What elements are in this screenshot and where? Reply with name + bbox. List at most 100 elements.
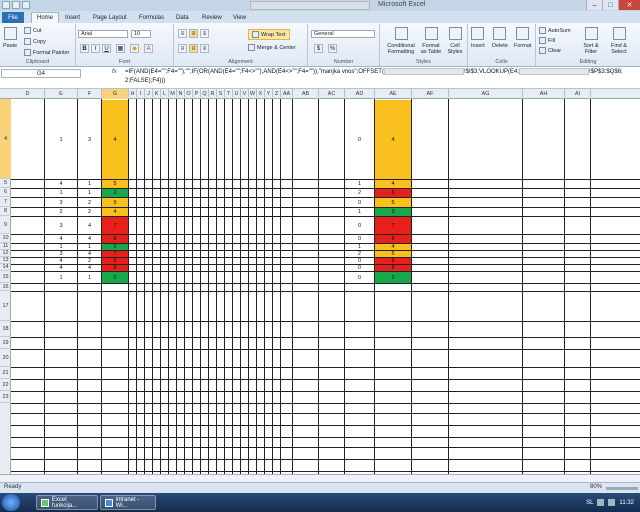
worksheet-grid[interactable]: 1340441514112263250522413347074480811214…: [11, 99, 640, 482]
cell-ae[interactable]: 7: [375, 217, 411, 234]
column-header[interactable]: H: [129, 89, 137, 99]
copy-button[interactable]: Copy: [24, 38, 46, 45]
row-header[interactable]: 4: [0, 99, 11, 179]
row-header[interactable]: 22: [0, 379, 11, 391]
cell-ad[interactable]: 0: [345, 100, 374, 179]
cell-e[interactable]: 3: [45, 217, 77, 234]
font-size-select[interactable]: 10: [131, 30, 151, 38]
cell-e[interactable]: 4: [45, 258, 77, 264]
cell-ae[interactable]: 6: [375, 189, 411, 197]
delete-cells-button[interactable]: Delete: [492, 27, 508, 49]
row-header[interactable]: 9: [0, 216, 11, 234]
row-header[interactable]: 10: [0, 234, 11, 243]
column-header[interactable]: AA: [281, 89, 293, 99]
format-painter-button[interactable]: Format Painter: [24, 49, 69, 56]
cell-ad[interactable]: 0: [345, 258, 374, 264]
cell-f[interactable]: 3: [78, 100, 101, 179]
cell-g[interactable]: 4: [102, 208, 128, 216]
cell-e[interactable]: 4: [45, 180, 77, 188]
fill-button[interactable]: Fill: [539, 37, 555, 44]
column-header[interactable]: T: [225, 89, 233, 99]
row-header[interactable]: 21: [0, 367, 11, 379]
row-header[interactable]: 18: [0, 321, 11, 337]
quick-access-toolbar[interactable]: [2, 1, 30, 9]
column-header[interactable]: AB: [293, 89, 319, 99]
cell-g[interactable]: 8: [102, 265, 128, 271]
language-indicator[interactable]: SL: [586, 500, 593, 506]
cell-ad[interactable]: 1: [345, 244, 374, 250]
row-header[interactable]: 7: [0, 197, 11, 207]
cell-f[interactable]: 4: [78, 265, 101, 271]
column-header[interactable]: Y: [265, 89, 273, 99]
row-header[interactable]: 11: [0, 243, 11, 250]
cell-e[interactable]: 4: [45, 265, 77, 271]
cell-e[interactable]: 3: [45, 198, 77, 207]
column-header[interactable]: G: [102, 89, 129, 99]
italic-button[interactable]: I: [91, 44, 100, 53]
save-icon[interactable]: [12, 1, 20, 9]
column-header[interactable]: P: [193, 89, 201, 99]
column-header[interactable]: E: [45, 89, 78, 99]
clock[interactable]: 11:32: [619, 500, 634, 506]
cell-ae[interactable]: 3: [375, 208, 411, 216]
volume-icon[interactable]: [608, 499, 616, 506]
underline-button[interactable]: U: [102, 44, 111, 53]
cell-ad[interactable]: 1: [345, 180, 374, 188]
cell-f[interactable]: 1: [78, 272, 101, 283]
conditional-formatting-button[interactable]: Conditional Formatting: [383, 27, 419, 55]
cell-g[interactable]: 7: [102, 251, 128, 257]
row-header[interactable]: 12: [0, 250, 11, 257]
column-header[interactable]: N: [177, 89, 185, 99]
column-header[interactable]: K: [153, 89, 161, 99]
cell-e[interactable]: 2: [45, 208, 77, 216]
percent-button[interactable]: %: [328, 44, 337, 53]
cell-f[interactable]: 1: [78, 244, 101, 250]
column-header[interactable]: AD: [345, 89, 375, 99]
name-box[interactable]: G4: [1, 69, 81, 78]
align-center-icon[interactable]: ≡: [189, 44, 198, 53]
cell-ad[interactable]: 1: [345, 208, 374, 216]
cell-ae[interactable]: 6: [375, 258, 411, 264]
paste-button[interactable]: Paste: [3, 27, 17, 49]
cell-g[interactable]: 7: [102, 217, 128, 234]
cell-ae[interactable]: 5: [375, 251, 411, 257]
cell-e[interactable]: 1: [45, 244, 77, 250]
merge-center-button[interactable]: Merge & Center: [248, 44, 296, 51]
column-header[interactable]: AH: [523, 89, 565, 99]
taskbar-item-excel[interactable]: Excel funkcija...: [36, 495, 98, 510]
cell-ae[interactable]: 4: [375, 100, 411, 179]
cell-f[interactable]: 4: [78, 235, 101, 243]
cell-g[interactable]: 6: [102, 258, 128, 264]
column-header[interactable]: S: [217, 89, 225, 99]
cell-ae[interactable]: 4: [375, 180, 411, 188]
cell-ae[interactable]: 4: [375, 244, 411, 250]
column-header[interactable]: X: [257, 89, 265, 99]
cell-f[interactable]: 2: [78, 208, 101, 216]
cell-e[interactable]: 4: [45, 235, 77, 243]
tab-view[interactable]: View: [228, 12, 251, 23]
column-header[interactable]: AC: [319, 89, 345, 99]
row-header[interactable]: 13: [0, 257, 11, 264]
cell-e[interactable]: 1: [45, 100, 77, 179]
column-header[interactable]: AG: [449, 89, 523, 99]
cell-ad[interactable]: 2: [345, 251, 374, 257]
cell-ae[interactable]: 5: [375, 198, 411, 207]
column-header[interactable]: W: [249, 89, 257, 99]
minimize-button[interactable]: –: [586, 0, 602, 10]
cell-g[interactable]: 8: [102, 235, 128, 243]
cell-e[interactable]: 1: [45, 272, 77, 283]
zoom-slider[interactable]: [606, 487, 638, 490]
column-header[interactable]: D: [11, 89, 45, 99]
cell-f[interactable]: 2: [78, 258, 101, 264]
formula-input[interactable]: =IF(AND(E4="";F4="");"";IF(OR(AND(E4="";…: [125, 68, 637, 86]
column-header[interactable]: AI: [565, 89, 591, 99]
cell-g[interactable]: 2: [102, 189, 128, 197]
row-header[interactable]: 19: [0, 337, 11, 349]
column-header[interactable]: O: [185, 89, 193, 99]
cell-f[interactable]: 2: [78, 198, 101, 207]
column-header[interactable]: R: [209, 89, 217, 99]
column-header[interactable]: V: [241, 89, 249, 99]
tab-file[interactable]: File: [2, 12, 24, 23]
tab-insert[interactable]: Insert: [60, 12, 85, 23]
row-header[interactable]: 20: [0, 349, 11, 367]
